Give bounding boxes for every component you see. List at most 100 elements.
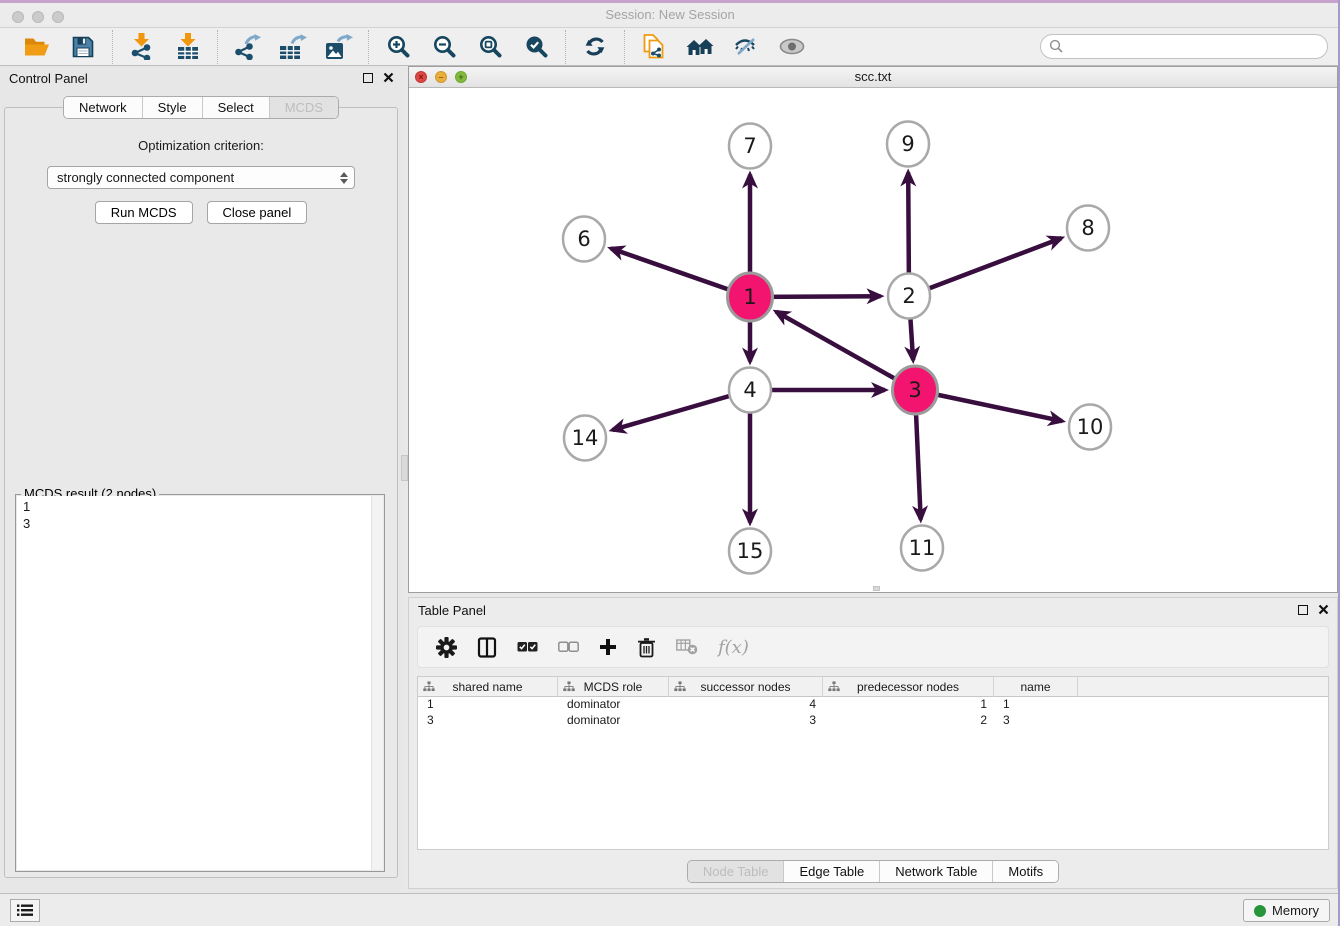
graph-node-15[interactable]: 15	[729, 529, 771, 574]
export-network-icon[interactable]	[232, 32, 262, 62]
export-table-icon[interactable]	[278, 32, 308, 62]
control-panel: Control Panel Network Style Select MCDS …	[0, 66, 402, 893]
deselect-all-checkboxes-icon[interactable]	[558, 641, 579, 653]
float-panel-icon[interactable]	[363, 73, 373, 83]
zoom-fit-icon[interactable]	[475, 32, 505, 62]
network-maximize-icon[interactable]: +	[455, 71, 467, 83]
tab-node-table[interactable]: Node Table	[688, 861, 784, 882]
add-row-icon[interactable]	[599, 638, 617, 656]
import-table-icon[interactable]	[173, 32, 203, 62]
eye-icon[interactable]	[777, 32, 807, 62]
close-table-panel-icon[interactable]	[1318, 604, 1329, 615]
svg-text:14: 14	[572, 426, 599, 450]
houses-icon[interactable]	[685, 32, 715, 62]
network-view-window: × – + scc.txt 1 2 3 4 6 7 8 9 10 11 14 15	[408, 66, 1338, 593]
zoom-selected-icon[interactable]	[521, 32, 551, 62]
gear-icon[interactable]	[436, 637, 457, 658]
column-header-name[interactable]: name	[994, 677, 1078, 697]
criterion-selected-value: strongly connected component	[57, 170, 234, 185]
export-image-icon[interactable]	[324, 32, 354, 62]
tab-select[interactable]: Select	[202, 97, 269, 118]
cell-shared-name[interactable]: 1	[418, 697, 558, 713]
zoom-window-button[interactable]	[52, 11, 64, 23]
mcds-result-list[interactable]: 1 3	[17, 496, 371, 870]
svg-text:11: 11	[909, 536, 936, 560]
app-titlebar: Session: New Session	[0, 0, 1340, 28]
open-folder-icon[interactable]	[22, 32, 52, 62]
panel-splitter-handle[interactable]	[401, 455, 408, 481]
cell-name[interactable]: 1	[994, 697, 1078, 713]
graph-node-9[interactable]: 9	[887, 122, 929, 167]
delete-table-icon[interactable]	[676, 639, 698, 655]
column-header-successor-nodes[interactable]: successor nodes	[669, 677, 823, 697]
tab-network[interactable]: Network	[64, 97, 142, 118]
graph-node-3[interactable]: 3	[893, 366, 938, 414]
tab-style[interactable]: Style	[142, 97, 202, 118]
close-panel-button[interactable]: Close panel	[207, 201, 308, 224]
table-row[interactable]: 1dominator411	[418, 697, 1328, 713]
canvas-resize-handle[interactable]	[873, 586, 880, 591]
cell-name[interactable]: 3	[994, 713, 1078, 729]
refresh-icon[interactable]	[580, 32, 610, 62]
columns-icon[interactable]	[477, 637, 497, 658]
network-close-icon[interactable]: ×	[415, 71, 427, 83]
cell-MCDS-role[interactable]: dominator	[558, 697, 669, 713]
select-all-checkboxes-icon[interactable]	[517, 641, 538, 653]
search-input[interactable]	[1040, 34, 1328, 59]
criterion-select[interactable]: strongly connected component	[47, 166, 355, 189]
eye-hide-icon[interactable]	[731, 32, 761, 62]
cell-predecessor-nodes[interactable]: 2	[823, 713, 994, 729]
memory-button[interactable]: Memory	[1243, 899, 1330, 922]
graph-node-1[interactable]: 1	[728, 273, 773, 321]
control-panel-title: Control Panel	[9, 71, 88, 86]
graph-node-11[interactable]: 11	[901, 526, 943, 571]
graph-node-10[interactable]: 10	[1069, 405, 1111, 450]
network-window-titlebar[interactable]: × – + scc.txt	[409, 67, 1337, 88]
network-canvas[interactable]: 1 2 3 4 6 7 8 9 10 11 14 15	[409, 88, 1337, 592]
column-header-predecessor-nodes[interactable]: predecessor nodes	[823, 677, 994, 697]
function-builder-icon[interactable]: f(x)	[718, 637, 749, 658]
save-icon[interactable]	[68, 32, 98, 62]
cell-MCDS-role[interactable]: dominator	[558, 713, 669, 729]
select-stepper-icon	[340, 172, 348, 184]
memory-status-icon	[1254, 905, 1266, 917]
graph-node-6[interactable]: 6	[563, 217, 605, 262]
graph-node-8[interactable]: 8	[1067, 206, 1109, 251]
network-window-title: scc.txt	[855, 69, 892, 84]
cell-predecessor-nodes[interactable]: 1	[823, 697, 994, 713]
zoom-out-icon[interactable]	[429, 32, 459, 62]
column-header-shared-name[interactable]: shared name	[418, 677, 558, 697]
close-panel-icon[interactable]	[383, 72, 394, 83]
main-toolbar	[0, 28, 1340, 66]
result-scrollbar[interactable]	[371, 496, 383, 870]
tab-mcds[interactable]: MCDS	[269, 97, 338, 118]
graph-node-14[interactable]: 14	[564, 416, 606, 461]
tab-edge-table[interactable]: Edge Table	[783, 861, 879, 882]
cell-successor-nodes[interactable]: 4	[669, 697, 823, 713]
zoom-in-icon[interactable]	[383, 32, 413, 62]
window-traffic-lights[interactable]	[12, 11, 64, 23]
graph-edge-2-8[interactable]	[909, 238, 1061, 296]
tab-motifs[interactable]: Motifs	[992, 861, 1058, 882]
memory-label: Memory	[1272, 903, 1319, 918]
float-table-panel-icon[interactable]	[1298, 605, 1308, 615]
column-header-MCDS-role[interactable]: MCDS role	[558, 677, 669, 697]
network-minimize-icon[interactable]: –	[435, 71, 447, 83]
graph-node-2[interactable]: 2	[888, 274, 930, 319]
mcds-result-group: MCDS result (2 nodes) 1 3	[15, 494, 385, 872]
graph-node-7[interactable]: 7	[729, 124, 771, 169]
tab-network-table[interactable]: Network Table	[879, 861, 992, 882]
table-panel: Table Panel f(x) shared nameMCDS role	[408, 597, 1338, 889]
task-history-button[interactable]	[10, 899, 40, 922]
graph-node-4[interactable]: 4	[729, 368, 771, 413]
cell-shared-name[interactable]: 3	[418, 713, 558, 729]
import-network-icon[interactable]	[127, 32, 157, 62]
minimize-window-button[interactable]	[32, 11, 44, 23]
table-row[interactable]: 3dominator323	[418, 713, 1328, 729]
document-network-icon[interactable]	[639, 32, 669, 62]
delete-row-icon[interactable]	[637, 637, 656, 658]
run-mcds-button[interactable]: Run MCDS	[95, 201, 193, 224]
table-panel-header: Table Panel	[409, 598, 1337, 624]
cell-successor-nodes[interactable]: 3	[669, 713, 823, 729]
close-window-button[interactable]	[12, 11, 24, 23]
